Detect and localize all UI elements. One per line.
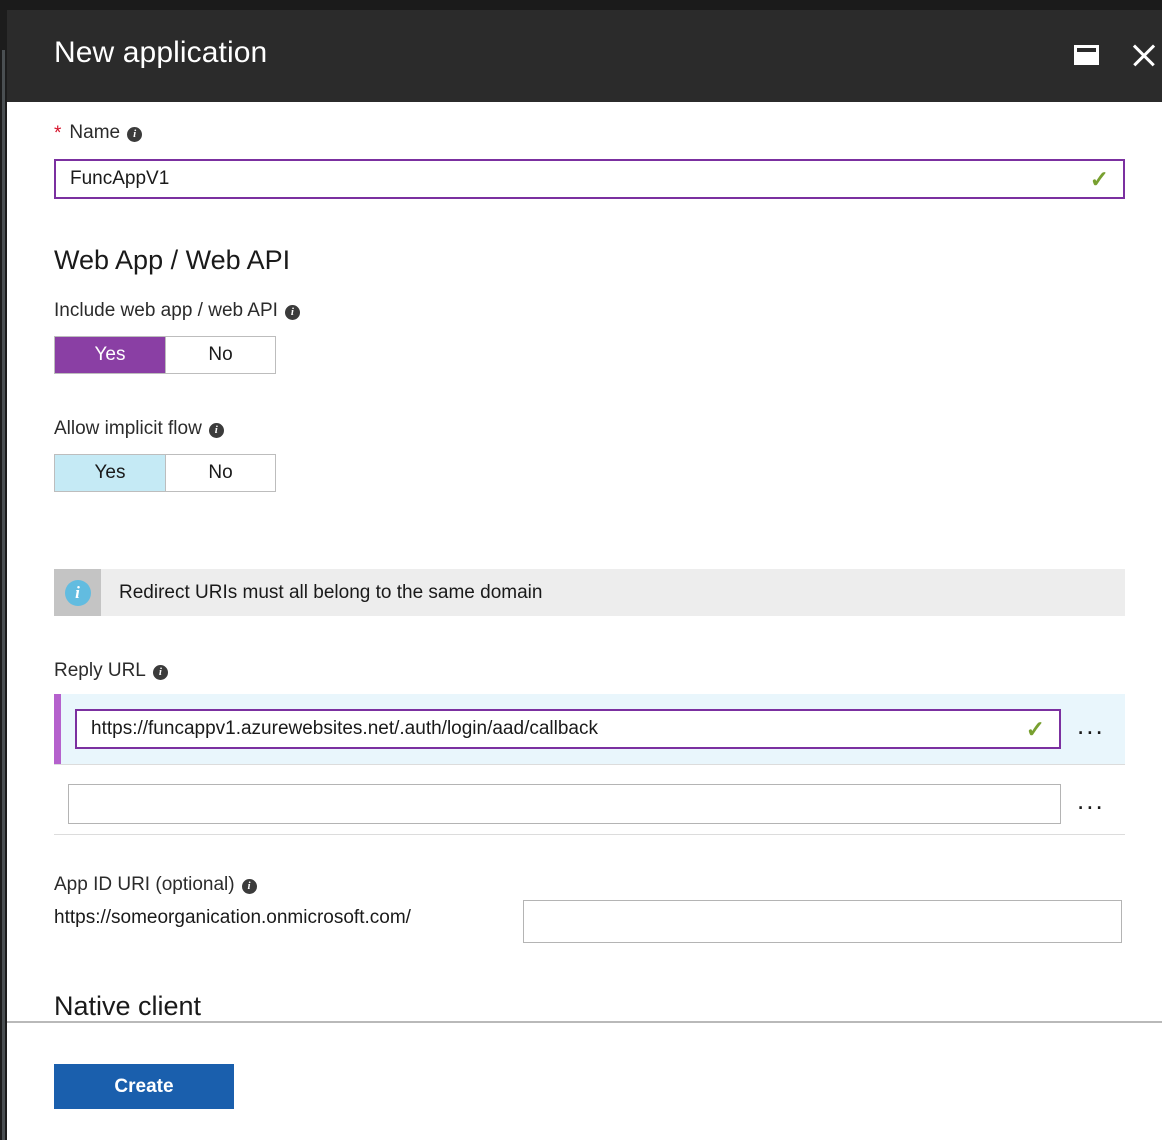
reply-url-row-1: ✓ ...: [54, 694, 1125, 764]
close-button[interactable]: [1125, 36, 1162, 74]
reply-url-row-2: ...: [54, 774, 1125, 834]
required-marker: *: [54, 122, 62, 144]
reply-url-info-icon[interactable]: i: [152, 664, 168, 680]
maximize-icon: [1073, 45, 1099, 65]
web-app-section-title: Web App / Web API: [54, 245, 291, 275]
include-web-app-label-text: Include web app / web API: [54, 300, 278, 321]
close-icon: [1130, 41, 1158, 69]
reply-url-label: Reply URL i: [54, 660, 168, 682]
name-label-text: Name: [69, 122, 121, 143]
reply-url-input-wrapper-1[interactable]: ✓: [75, 709, 1061, 749]
page-title: New application: [54, 36, 268, 69]
redirect-uri-info-banner: i Redirect URIs must all belong to the s…: [54, 569, 1125, 616]
name-input[interactable]: [56, 161, 1090, 197]
allow-implicit-flow-label: Allow implicit flow i: [54, 418, 224, 440]
name-field-wrapper[interactable]: ✓: [54, 159, 1125, 199]
app-id-uri-prefix: https://someorganication.onmicrosoft.com…: [54, 907, 411, 928]
allow-implicit-flow-yes-button[interactable]: Yes: [55, 455, 165, 491]
allow-implicit-flow-info-icon[interactable]: i: [208, 422, 224, 438]
include-web-app-yes-button[interactable]: Yes: [55, 337, 165, 373]
blade-left-rail: [0, 10, 7, 1140]
blade-content: * Name i ✓ Web App / Web API Include web…: [7, 102, 1162, 1022]
reply-url-more-button-2[interactable]: ...: [1077, 787, 1105, 821]
reply-url-input-2[interactable]: [68, 784, 1061, 824]
app-id-uri-label-text: App ID URI (optional): [54, 874, 235, 895]
reply-url-input-1[interactable]: [77, 711, 1026, 747]
include-web-app-no-button[interactable]: No: [165, 337, 275, 373]
blade-header: New application: [7, 10, 1162, 102]
reply-url-more-button-1[interactable]: ...: [1077, 712, 1105, 746]
reply-url-row-divider-1: [54, 764, 1125, 765]
name-info-icon[interactable]: i: [127, 126, 143, 142]
blade-left-rail-highlight: [2, 50, 5, 1140]
include-web-app-info-icon[interactable]: i: [284, 304, 300, 320]
info-banner-text: Redirect URIs must all belong to the sam…: [119, 581, 543, 603]
allow-implicit-flow-no-button[interactable]: No: [165, 455, 275, 491]
app-id-uri-input[interactable]: [523, 900, 1122, 943]
info-icon: i: [64, 579, 91, 606]
reply-url-row-accent-bar: [54, 694, 61, 764]
maximize-button[interactable]: [1067, 36, 1105, 74]
blade-footer: Create: [7, 1023, 1162, 1140]
reply-url-label-text: Reply URL: [54, 660, 146, 681]
reply-url-row-divider-2: [54, 834, 1125, 835]
reply-url-valid-check-icon: ✓: [1025, 715, 1045, 742]
include-web-app-toggle: Yes No: [54, 336, 276, 374]
allow-implicit-flow-toggle: Yes No: [54, 454, 276, 492]
create-button[interactable]: Create: [54, 1064, 234, 1109]
info-banner-icon-box: i: [54, 569, 101, 616]
allow-implicit-flow-label-text: Allow implicit flow: [54, 418, 202, 439]
window-top-strip: [0, 0, 1162, 10]
new-application-blade: New application * Name i ✓ Web App / Web…: [0, 0, 1162, 1140]
include-web-app-label: Include web app / web API i: [54, 300, 300, 322]
name-label: * Name i: [54, 122, 143, 144]
app-id-uri-info-icon[interactable]: i: [241, 878, 257, 894]
app-id-uri-label: App ID URI (optional) i: [54, 874, 257, 896]
name-valid-check-icon: ✓: [1089, 165, 1109, 192]
native-client-section-title: Native client: [54, 991, 202, 1021]
